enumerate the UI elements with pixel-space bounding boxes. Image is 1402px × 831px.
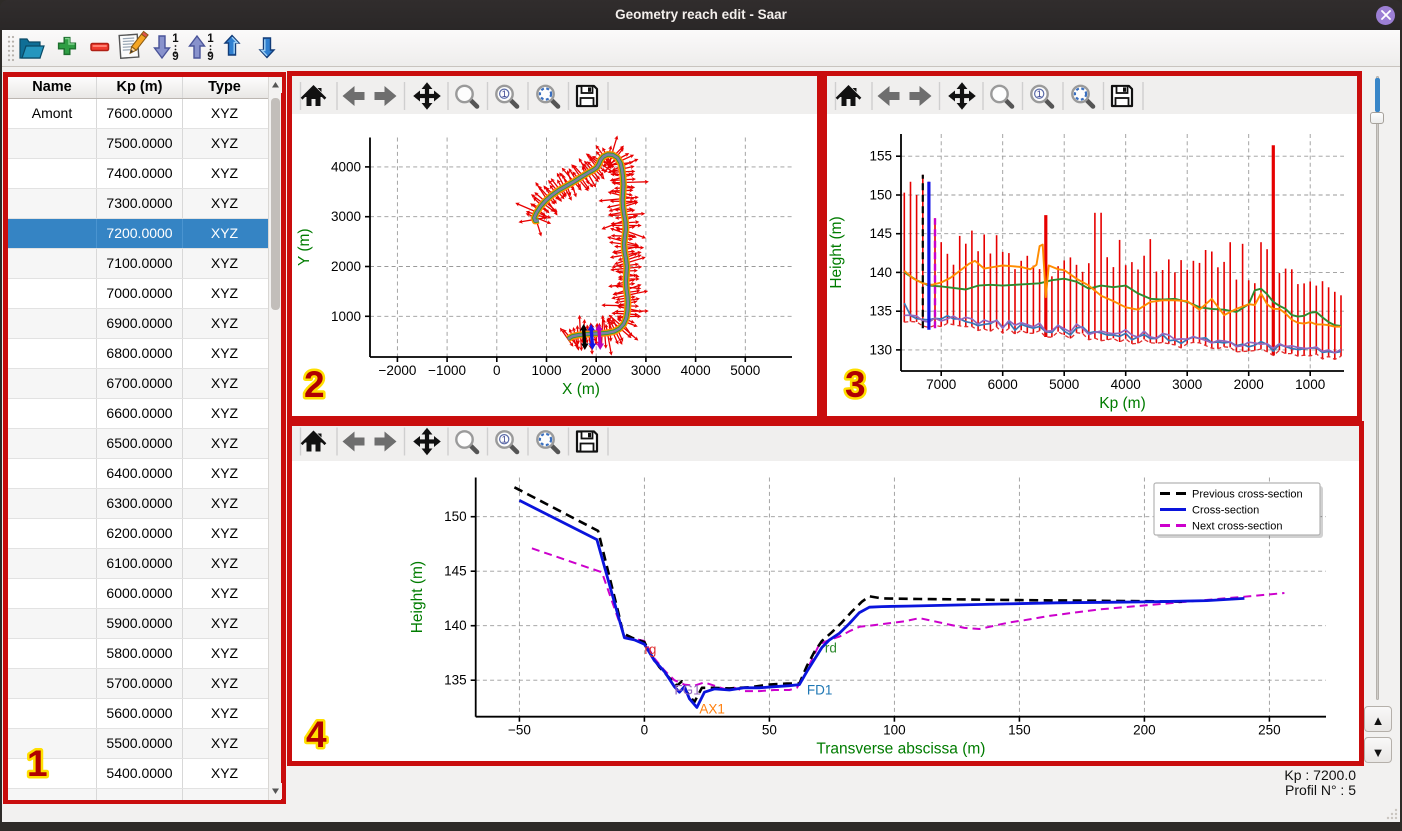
svg-text:1000: 1000	[531, 363, 561, 378]
svg-text:140: 140	[869, 265, 892, 280]
svg-text:100: 100	[883, 723, 906, 738]
svg-text:2000: 2000	[1234, 377, 1264, 392]
svg-text:130: 130	[869, 342, 892, 357]
svg-text:135: 135	[444, 673, 467, 688]
svg-text:3000: 3000	[1172, 377, 1202, 392]
svg-text:1: 1	[27, 743, 48, 784]
svg-text:145: 145	[869, 226, 892, 241]
svg-text:Y (m): Y (m)	[296, 228, 313, 266]
svg-text:1: 1	[502, 89, 507, 99]
svg-text:FD1: FD1	[807, 682, 833, 697]
svg-text:Transverse abscissa (m): Transverse abscissa (m)	[816, 741, 985, 758]
svg-text:2: 2	[304, 364, 325, 405]
svg-text:3000: 3000	[631, 363, 661, 378]
svg-text:6000: 6000	[988, 377, 1018, 392]
svg-text:50: 50	[762, 723, 777, 738]
svg-text:1000: 1000	[1295, 377, 1325, 392]
svg-text:−50: −50	[508, 723, 531, 738]
svg-text:3: 3	[845, 364, 866, 405]
svg-text:150: 150	[444, 509, 467, 524]
svg-text:2000: 2000	[581, 363, 611, 378]
svg-text:155: 155	[869, 149, 892, 164]
svg-text:1000: 1000	[331, 309, 361, 324]
svg-text:140: 140	[444, 618, 467, 633]
svg-text:1: 1	[172, 33, 179, 45]
svg-text:4000: 4000	[681, 363, 711, 378]
svg-text:135: 135	[869, 304, 892, 319]
svg-text:1: 1	[1037, 89, 1042, 99]
svg-text:250: 250	[1258, 723, 1281, 738]
svg-text:4: 4	[306, 714, 327, 755]
svg-text:150: 150	[869, 188, 892, 203]
svg-text:X (m): X (m)	[562, 381, 600, 398]
svg-text:4000: 4000	[331, 159, 361, 174]
svg-text:7000: 7000	[926, 377, 956, 392]
svg-text:Cross-section: Cross-section	[1192, 504, 1259, 516]
svg-text:AX1: AX1	[699, 701, 725, 716]
svg-text:2000: 2000	[331, 259, 361, 274]
svg-text:Next cross-section: Next cross-section	[1192, 520, 1282, 532]
svg-text:Kp (m): Kp (m)	[1099, 395, 1146, 412]
svg-text:5000: 5000	[1049, 377, 1079, 392]
svg-text:3000: 3000	[331, 209, 361, 224]
svg-text:−1000: −1000	[428, 363, 466, 378]
svg-text:Height (m): Height (m)	[409, 561, 426, 633]
svg-text:5000: 5000	[730, 363, 760, 378]
svg-text:rg: rg	[644, 642, 656, 657]
svg-text:200: 200	[1133, 723, 1156, 738]
svg-text:−2000: −2000	[378, 363, 416, 378]
svg-text:1: 1	[502, 435, 507, 445]
svg-text:145: 145	[444, 564, 467, 579]
svg-text:0: 0	[493, 363, 501, 378]
svg-text:Previous cross-section: Previous cross-section	[1192, 488, 1303, 500]
svg-text:150: 150	[1008, 723, 1031, 738]
svg-text:1: 1	[207, 33, 214, 45]
svg-text:Height (m): Height (m)	[828, 216, 845, 288]
svg-text:rd: rd	[825, 640, 837, 655]
svg-text:4000: 4000	[1111, 377, 1141, 392]
svg-text:FG1: FG1	[674, 682, 700, 697]
svg-text:0: 0	[641, 723, 649, 738]
